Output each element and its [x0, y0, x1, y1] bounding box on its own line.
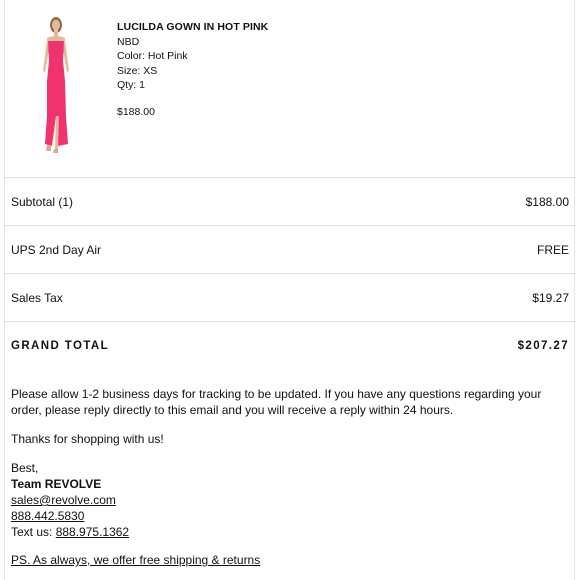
product-price: $188.00: [117, 105, 155, 118]
product-color: Color: Hot Pink: [117, 50, 188, 62]
email-message: Please allow 1-2 business days for track…: [11, 386, 561, 540]
shipping-value: FREE: [536, 242, 569, 257]
shipping-row: UPS 2nd Day Air FREE: [4, 225, 575, 273]
subtotal-label: Subtotal (1): [11, 194, 74, 209]
product-qty: Qty: 1: [117, 79, 146, 91]
subtotal-row: Subtotal (1) $188.00: [4, 177, 575, 225]
tax-row: Sales Tax $19.27: [4, 273, 575, 321]
text-us-label: Text us:: [11, 525, 56, 539]
tracking-note: Please allow 1-2 business days for track…: [11, 387, 542, 417]
grand-total-label: GRAND TOTAL: [11, 339, 110, 352]
product-brand: NBD: [117, 35, 140, 48]
thanks-text: Thanks for shopping with us!: [11, 432, 164, 446]
phone-link[interactable]: 888.442.5830: [11, 509, 84, 523]
closing-text: Best,: [11, 461, 39, 475]
grand-total-value: $207.27: [517, 339, 569, 352]
shipping-label: UPS 2nd Day Air: [11, 242, 102, 257]
product-size: Size: XS: [117, 64, 158, 77]
product-image[interactable]: [30, 16, 80, 156]
product-info: LUCILDA GOWN IN HOT PINK NBD Color: Hot …: [117, 20, 268, 119]
team-signature: Team REVOLVE: [11, 477, 102, 491]
ps-free-shipping-link[interactable]: PS. As always, we offer free shipping & …: [11, 553, 260, 567]
tax-value: $19.27: [532, 290, 569, 305]
grand-total-row: GRAND TOTAL $207.27: [4, 321, 575, 369]
subtotal-value: $188.00: [525, 194, 569, 209]
tax-label: Sales Tax: [11, 290, 63, 305]
product-name[interactable]: LUCILDA GOWN IN HOT PINK: [117, 20, 268, 35]
text-us-link[interactable]: 888.975.1362: [56, 525, 129, 539]
email-link[interactable]: sales@revolve.com: [11, 493, 116, 507]
